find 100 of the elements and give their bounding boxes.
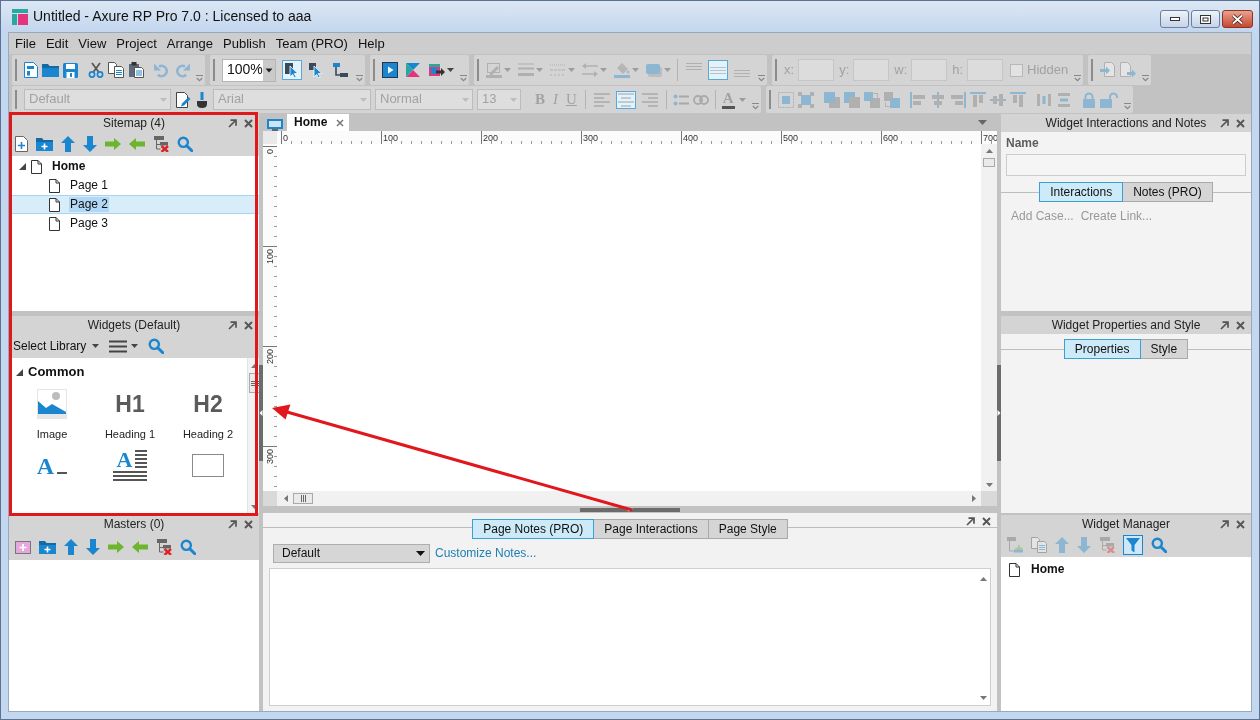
diagonal-arrow-icon[interactable]: [1220, 519, 1229, 529]
diagonal-arrow-icon[interactable]: [228, 320, 237, 330]
tab[interactable]: Notes (PRO): [1123, 182, 1213, 202]
scroll-thumb[interactable]: [983, 158, 995, 167]
play-icon[interactable]: [382, 62, 398, 78]
scroll-left-icon[interactable]: [284, 495, 288, 502]
clipboard-icon[interactable]: [128, 62, 144, 78]
down-arrow-icon[interactable]: [86, 538, 100, 555]
close-icon[interactable]: [982, 517, 991, 526]
add-folder-icon[interactable]: [39, 539, 56, 554]
tree-row[interactable]: Page 3: [9, 214, 259, 233]
tree-row[interactable]: Page 2: [9, 195, 259, 214]
search-icon[interactable]: [177, 136, 193, 152]
add-page-icon[interactable]: [15, 136, 28, 152]
diagonal-arrow-icon[interactable]: [1220, 118, 1229, 128]
tab[interactable]: Interactions: [1039, 182, 1124, 202]
down-arrow-icon[interactable]: [83, 136, 97, 152]
select-tool-button[interactable]: [282, 60, 302, 80]
close-icon[interactable]: [1236, 320, 1245, 330]
delete-icon[interactable]: [153, 136, 169, 152]
paragraph-glyph[interactable]: A: [112, 450, 148, 482]
caret-icon[interactable]: [131, 344, 139, 348]
diagonal-arrow-icon[interactable]: [228, 519, 237, 529]
tab[interactable]: Style: [1140, 339, 1189, 359]
close-icon[interactable]: [244, 519, 253, 529]
left-arrow-icon[interactable]: [132, 540, 148, 553]
heading-glyph[interactable]: H1: [115, 391, 145, 417]
folder-icon[interactable]: [42, 63, 59, 77]
maximize-button[interactable]: [1191, 10, 1220, 28]
window-arrow-icon[interactable]: [428, 62, 445, 78]
right-arrow-icon[interactable]: [105, 138, 121, 150]
splitter-handle[interactable]: [580, 508, 680, 512]
library-dropdown[interactable]: Select Library: [13, 338, 100, 354]
close-icon[interactable]: [244, 320, 253, 330]
close-icon[interactable]: [1236, 519, 1245, 529]
overflow-icon[interactable]: [196, 75, 203, 82]
rectangle-icon[interactable]: [192, 454, 224, 478]
minimize-button[interactable]: [1160, 10, 1189, 28]
expander-icon[interactable]: [19, 163, 26, 170]
close-icon[interactable]: [244, 118, 253, 128]
caret-icon[interactable]: [978, 120, 987, 125]
scroll-up-icon[interactable]: [251, 364, 258, 368]
name-field[interactable]: [1006, 154, 1246, 176]
search-icon[interactable]: [180, 538, 196, 555]
tab[interactable]: Page Interactions: [594, 519, 709, 539]
tab[interactable]: Page Style: [708, 519, 788, 539]
close-icon[interactable]: [1236, 118, 1245, 128]
diagonal-arrow-icon[interactable]: [228, 118, 237, 128]
menu-item[interactable]: Publish: [218, 35, 271, 52]
tab[interactable]: Page Notes (PRO): [472, 519, 595, 539]
right-arrow-icon[interactable]: [108, 540, 124, 553]
menu-icon[interactable]: [109, 339, 128, 353]
delete-icon[interactable]: [156, 538, 172, 555]
tree-row[interactable]: Home: [1005, 560, 1251, 579]
tree-row[interactable]: Home: [9, 157, 259, 176]
triangles-icon[interactable]: [405, 62, 421, 78]
filter-button[interactable]: [1123, 535, 1143, 555]
add-master-icon[interactable]: [15, 539, 31, 554]
menu-item[interactable]: Arrange: [161, 35, 219, 52]
menu-item[interactable]: View: [73, 35, 112, 52]
document-icon[interactable]: [24, 62, 38, 78]
image-icon[interactable]: [37, 389, 67, 419]
menu-item[interactable]: Edit: [40, 35, 74, 52]
scissors-icon[interactable]: [88, 62, 104, 78]
caret-icon[interactable]: [447, 68, 454, 72]
diagonal-arrow-icon[interactable]: [1220, 320, 1229, 330]
connector-tool-button[interactable]: [330, 60, 350, 80]
heading-glyph[interactable]: H2: [193, 391, 223, 417]
screen-icon[interactable]: [267, 119, 283, 131]
scrollbar[interactable]: [981, 144, 997, 491]
menu-item[interactable]: Help: [352, 35, 390, 52]
scroll-down-icon[interactable]: [251, 505, 258, 509]
tree-row[interactable]: Page 1: [9, 176, 259, 195]
scroll-up-icon[interactable]: [985, 149, 993, 153]
overflow-icon[interactable]: [356, 75, 363, 82]
scrollbar[interactable]: [277, 491, 981, 506]
scroll-right-icon[interactable]: [972, 495, 976, 502]
menu-item[interactable]: File: [10, 35, 41, 52]
tab[interactable]: Properties: [1063, 339, 1141, 359]
tab[interactable]: Home: [287, 114, 350, 131]
splitter-handle[interactable]: [997, 364, 1001, 461]
up-arrow-icon[interactable]: [61, 136, 75, 152]
menu-item[interactable]: Team (PRO): [270, 35, 353, 52]
scroll-down-icon[interactable]: [985, 483, 993, 487]
scroll-thumb[interactable]: [293, 493, 313, 504]
customize-notes-link[interactable]: Customize Notes...: [435, 546, 537, 561]
overflow-icon[interactable]: [460, 75, 467, 82]
search-icon[interactable]: [1151, 537, 1167, 553]
diagonal-arrow-icon[interactable]: [966, 517, 975, 526]
menu-item[interactable]: Project: [111, 35, 162, 52]
notes-dropdown[interactable]: Default: [273, 544, 430, 563]
search-icon[interactable]: [148, 338, 165, 354]
notes-field[interactable]: [269, 568, 991, 706]
add-folder-icon[interactable]: [36, 137, 53, 151]
scroll-down-icon[interactable]: [979, 696, 987, 700]
up-arrow-icon[interactable]: [64, 538, 78, 555]
scroll-up-icon[interactable]: [979, 577, 987, 581]
left-arrow-icon[interactable]: [129, 138, 145, 150]
expander-icon[interactable]: [16, 368, 23, 376]
close-icon[interactable]: [336, 118, 345, 127]
